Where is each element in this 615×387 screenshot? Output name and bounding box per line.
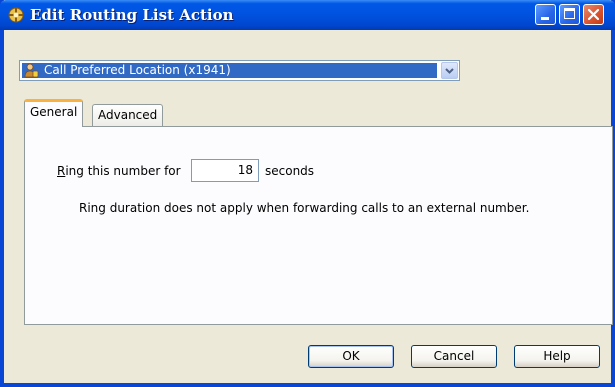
general-tab-panel: Ring this number for 18 seconds Ring dur… bbox=[24, 126, 613, 325]
dropdown-button[interactable] bbox=[441, 62, 458, 79]
ring-label-text: ing this number for bbox=[65, 164, 181, 178]
minimize-button[interactable] bbox=[535, 4, 556, 25]
close-icon bbox=[587, 8, 600, 21]
action-select[interactable]: Call Preferred Location (x1941) bbox=[19, 60, 460, 81]
dialog-window: Edit Routing List Action Call Preferred … bbox=[0, 0, 615, 387]
ok-button[interactable]: OK bbox=[308, 345, 394, 368]
maximize-button[interactable] bbox=[559, 4, 580, 25]
close-button[interactable] bbox=[583, 4, 604, 25]
ring-duration-input[interactable]: 18 bbox=[191, 159, 259, 182]
tab-general[interactable]: General bbox=[24, 99, 84, 127]
person-phone-icon bbox=[24, 63, 39, 78]
help-button[interactable]: Help bbox=[514, 345, 600, 368]
routing-app-icon bbox=[8, 7, 24, 23]
title-bar[interactable]: Edit Routing List Action bbox=[0, 0, 615, 30]
action-select-value: Call Preferred Location (x1941) bbox=[22, 63, 437, 78]
window-title: Edit Routing List Action bbox=[30, 6, 234, 24]
ring-duration-note: Ring duration does not apply when forwar… bbox=[79, 201, 530, 215]
minimize-icon bbox=[541, 17, 549, 20]
cancel-button[interactable]: Cancel bbox=[411, 345, 497, 368]
maximize-icon bbox=[564, 8, 575, 19]
tab-advanced[interactable]: Advanced bbox=[92, 104, 164, 127]
ring-duration-label: Ring this number for bbox=[57, 164, 181, 178]
chevron-down-icon bbox=[445, 68, 454, 74]
action-select-text: Call Preferred Location (x1941) bbox=[44, 63, 231, 77]
ring-unit-label: seconds bbox=[265, 164, 315, 178]
